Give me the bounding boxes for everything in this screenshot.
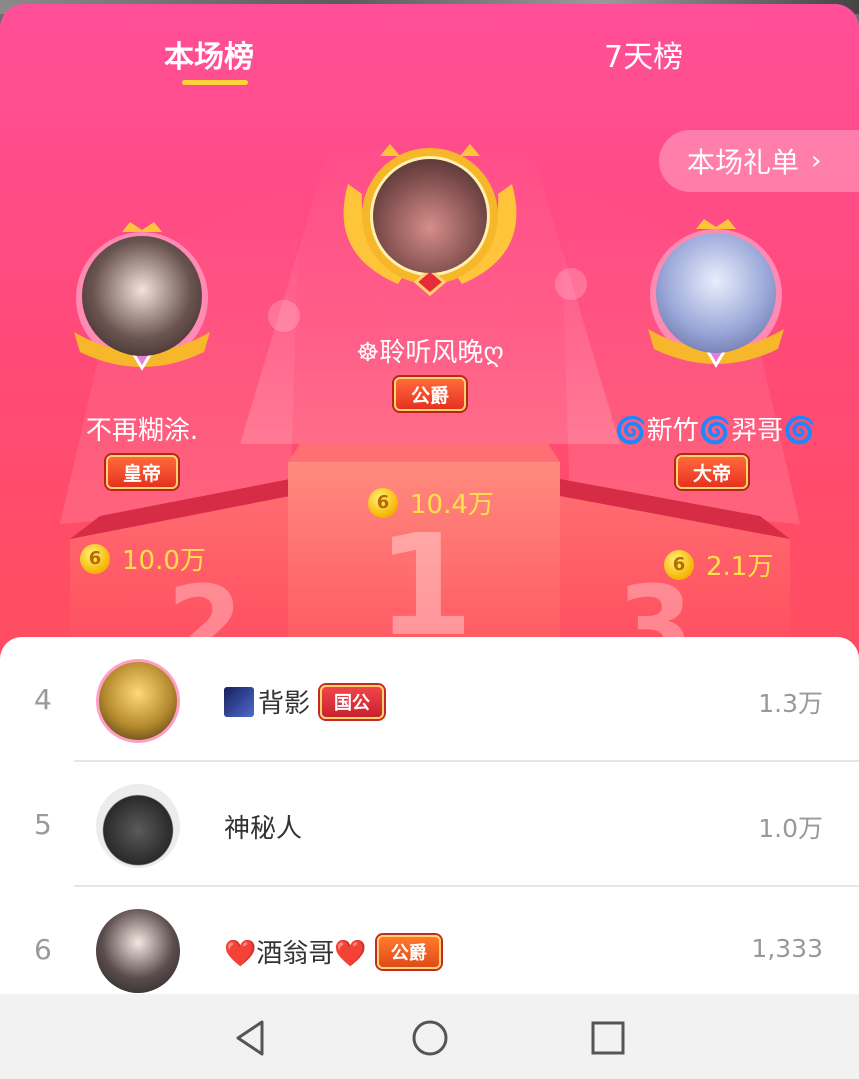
avatar <box>96 659 180 743</box>
starry-night-emoji-icon <box>224 686 254 717</box>
second-place-rank-badge: 皇帝 <box>106 455 178 489</box>
gift-list-label: 本场礼单 <box>687 146 800 179</box>
back-triangle-icon[interactable] <box>228 1016 272 1060</box>
third-place-avatar[interactable] <box>646 219 786 379</box>
chevron-right-icon: › <box>811 146 822 176</box>
podium-rank-1: 1 <box>376 505 473 644</box>
rank-badge: 公爵 <box>376 934 441 969</box>
coin-icon: 6 <box>368 487 398 518</box>
list-value: 1,333 <box>751 934 823 963</box>
list-name-row: ❤️酒翁哥❤️ 公爵 <box>224 933 441 970</box>
ranking-panel: 本场榜 7天榜 本场礼单 › 1 2 3 ☸聆听风晚ღ 公爵 6 10.4万 不… <box>0 4 859 1079</box>
home-circle-icon[interactable] <box>408 1016 452 1060</box>
second-place-avatar[interactable] <box>72 222 212 382</box>
list-item[interactable]: 4 背影 国公 1.3万 <box>0 637 859 762</box>
tab-bar: 本场榜 7天榜 <box>0 32 859 92</box>
second-place-coin-value: 10.0万 <box>122 546 206 576</box>
list-name: ❤️酒翁哥❤️ <box>224 939 367 969</box>
list-rank: 5 <box>34 808 52 841</box>
second-place-name[interactable]: 不再糊涂. <box>40 410 244 447</box>
list-rank: 6 <box>34 933 52 966</box>
tab-7-days[interactable]: 7天榜 <box>604 32 683 76</box>
tab-this-session[interactable]: 本场榜 <box>164 32 254 76</box>
recents-square-icon[interactable] <box>586 1016 630 1060</box>
ranking-list: 4 背影 国公 1.3万 5 神秘人 1.0万 6 ❤️酒翁哥❤️ 公爵 1,3… <box>0 637 859 997</box>
second-place-coins: 6 10.0万 <box>80 540 206 577</box>
second-place-photo <box>82 236 202 356</box>
list-name-row: 背影 国公 <box>224 683 385 720</box>
third-place-rank-badge: 大帝 <box>676 455 748 489</box>
list-value: 1.3万 <box>758 689 823 718</box>
list-value: 1.0万 <box>758 814 823 843</box>
system-navigation-bar <box>0 994 859 1079</box>
first-place-photo <box>373 159 487 273</box>
coin-icon: 6 <box>80 543 110 574</box>
list-name: 神秘人 <box>224 814 303 844</box>
list-name: 背影 <box>258 689 311 719</box>
avatar <box>96 909 180 993</box>
list-item[interactable]: 5 神秘人 1.0万 <box>0 762 859 887</box>
session-gift-list-button[interactable]: 本场礼单 › <box>659 130 859 192</box>
first-place-coins: 6 10.4万 <box>368 484 494 521</box>
active-tab-indicator <box>182 80 248 85</box>
list-name-row: 神秘人 <box>224 808 302 845</box>
decor-bubble <box>555 268 587 300</box>
third-place-name[interactable]: 🌀新竹🌀羿哥🌀 <box>600 410 830 447</box>
first-place-rank-badge: 公爵 <box>394 377 466 411</box>
decor-bubble <box>268 300 300 332</box>
first-place-avatar[interactable] <box>328 144 532 304</box>
list-rank: 4 <box>34 683 52 716</box>
first-place-name[interactable]: ☸聆听风晚ღ <box>330 332 530 369</box>
coin-icon: 6 <box>664 549 694 580</box>
mystery-user-avatar <box>96 784 180 868</box>
third-place-coin-value: 2.1万 <box>706 552 774 582</box>
first-place-coin-value: 10.4万 <box>410 490 494 520</box>
third-place-photo <box>656 233 776 353</box>
rank-badge: 国公 <box>320 684 385 719</box>
third-place-coins: 6 2.1万 <box>664 546 773 583</box>
